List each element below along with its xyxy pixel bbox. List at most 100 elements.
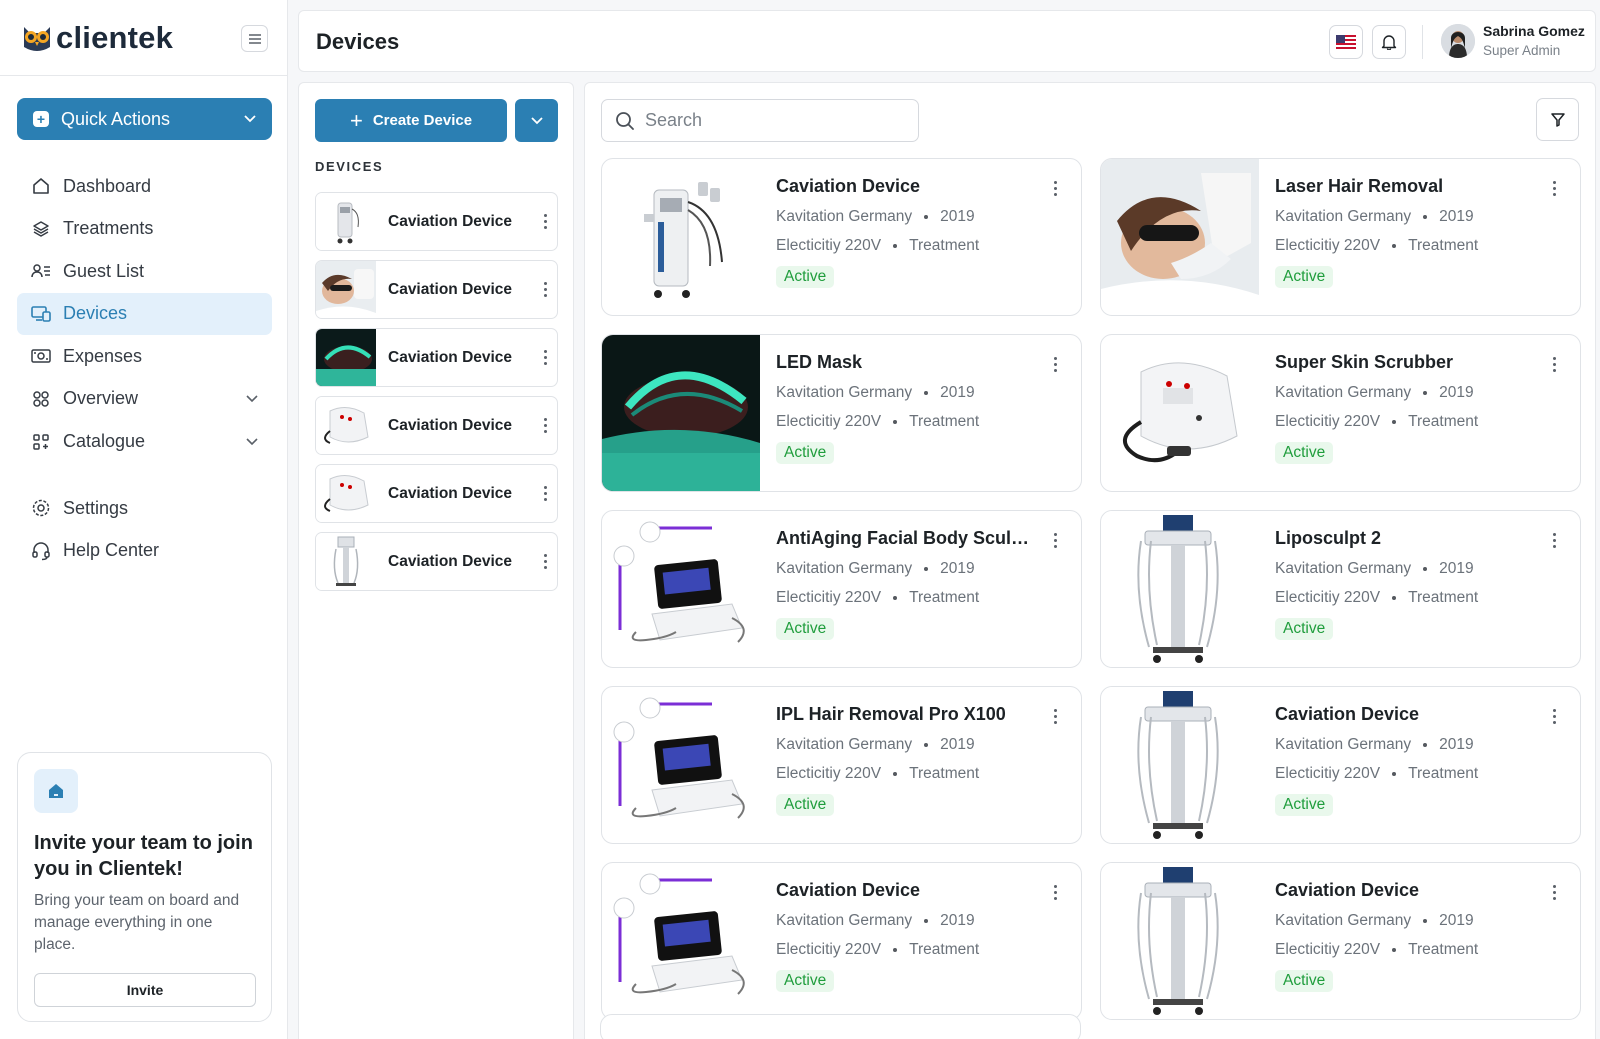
cavitation-machine-image (606, 162, 756, 312)
owl-logo-icon (24, 26, 50, 51)
device-meta-2: Electicitiy 220V Treatment (1275, 589, 1479, 606)
sidebar-item-devices[interactable]: Devices (17, 292, 272, 335)
sidebar-item-settings[interactable]: Settings (17, 487, 272, 529)
device-list-panel: + Create Device DEVICES Caviation Device… (298, 82, 574, 1039)
more-options-icon[interactable] (1542, 357, 1566, 372)
device-name: LED Mask (776, 352, 863, 372)
device-meta-2: Electicitiy 220V Treatment (1275, 941, 1479, 958)
more-options-icon[interactable] (533, 418, 557, 433)
sidebar-item-overview[interactable]: Overview (17, 378, 272, 420)
device-meta-1: Kavitation Germany 2019 (1275, 384, 1474, 401)
device-card[interactable]: LED Mask Kavitation Germany 2019 Electici… (601, 334, 1082, 492)
device-name: Caviation Device (1275, 880, 1420, 900)
language-button[interactable] (1329, 25, 1363, 59)
more-options-icon[interactable] (1043, 181, 1067, 196)
sidebar-item-catalogue[interactable]: Catalogue (17, 421, 272, 463)
search-input[interactable] (645, 110, 905, 131)
device-meta-1: Kavitation Germany 2019 (776, 912, 975, 929)
device-card[interactable]: Caviation Device Kavitation Germany 2019 … (601, 862, 1082, 1020)
device-list: Caviation Device Caviation Device Caviat… (315, 192, 558, 600)
device-name: Super Skin Scrubber (1275, 352, 1454, 372)
device-image (602, 863, 760, 1019)
more-options-icon[interactable] (1043, 533, 1067, 548)
status-badge: Active (776, 442, 835, 464)
device-name: Caviation Device (776, 176, 921, 196)
more-options-icon[interactable] (533, 214, 557, 229)
status-badge: Active (776, 794, 835, 816)
device-card[interactable]: AntiAging Facial Body Sculpti... Kavitat… (601, 510, 1082, 668)
list-item-name: Caviation Device (388, 552, 513, 570)
device-card[interactable]: Caviation Device Kavitation Germany 2019 … (1100, 686, 1581, 844)
device-meta-2: Electicitiy 220V Treatment (776, 413, 980, 430)
more-options-icon[interactable] (1542, 181, 1566, 196)
create-options-button[interactable] (515, 99, 558, 142)
sidebar-item-help-center[interactable]: Help Center (17, 530, 272, 572)
device-meta-2: Electicitiy 220V Treatment (776, 589, 980, 606)
more-options-icon[interactable] (533, 486, 557, 501)
sidebar-item-expenses[interactable]: Expenses (17, 335, 272, 377)
more-options-icon[interactable] (1043, 357, 1067, 372)
list-item[interactable]: Caviation Device (315, 192, 558, 251)
status-badge: Active (776, 970, 835, 992)
list-item-name: Caviation Device (388, 348, 513, 366)
home-icon (33, 178, 49, 194)
device-card[interactable]: Super Skin Scrubber Kavitation Germany 20… (1100, 334, 1581, 492)
sidebar-item-guest-list[interactable]: Guest List (17, 250, 272, 292)
more-options-icon[interactable] (1542, 533, 1566, 548)
scrubber-image (1105, 338, 1255, 488)
invite-title: Invite your team to join you in Clientek… (34, 832, 253, 880)
quick-actions-button[interactable]: + Quick Actions (17, 98, 272, 140)
filter-button[interactable] (1536, 98, 1579, 141)
invite-card: Invite your team to join you in Clientek… (17, 752, 272, 1022)
filter-icon (1550, 112, 1565, 127)
tablet-device-image (606, 866, 756, 1016)
notifications-button[interactable] (1372, 25, 1406, 59)
avatar[interactable] (1441, 24, 1475, 58)
sidebar-item-label: Treatments (63, 218, 154, 239)
search-box (601, 99, 919, 142)
sidebar-item-label: Dashboard (63, 175, 152, 196)
tablet-device-image (606, 514, 756, 664)
chevron-down-icon (246, 437, 258, 445)
device-image (602, 687, 760, 843)
more-options-icon[interactable] (533, 554, 557, 569)
user-role: Super Admin (1483, 43, 1561, 58)
more-options-icon[interactable] (1043, 885, 1067, 900)
sidebar-item-label: Help Center (63, 540, 160, 561)
list-item[interactable]: Caviation Device (315, 260, 558, 319)
list-item[interactable]: Caviation Device (315, 328, 558, 387)
bell-icon (1381, 35, 1397, 50)
user-name[interactable]: Sabrina Gomez (1483, 23, 1585, 39)
more-options-icon[interactable] (1542, 709, 1566, 724)
device-card[interactable]: Liposculpt 2 Kavitation Germany 2019 Elec… (1100, 510, 1581, 668)
quick-actions-label: Quick Actions (61, 108, 171, 129)
device-name: IPL Hair Removal Pro X100 (776, 704, 1006, 724)
list-item[interactable]: Caviation Device (315, 464, 558, 523)
device-card[interactable]: Caviation Device Kavitation Germany 2019 … (1100, 862, 1581, 1020)
list-item[interactable]: Caviation Device (315, 396, 558, 455)
sidebar-item-label: Guest List (63, 260, 145, 281)
list-item[interactable]: Caviation Device (315, 532, 558, 591)
sidebar: clientek + Quick Actions Dashboard Treat… (0, 0, 288, 1039)
device-card[interactable]: IPL Hair Removal Pro X100 Kavitation Ger… (601, 686, 1082, 844)
sidebar-item-treatments[interactable]: Treatments (17, 208, 272, 250)
device-meta-2: Electicitiy 220V Treatment (1275, 765, 1479, 782)
device-card[interactable]: Caviation Device Kavitation Germany 2019 … (601, 158, 1082, 316)
sidebar-toggle-button[interactable] (241, 25, 268, 52)
create-device-button[interactable]: + Create Device (315, 99, 507, 142)
sidebar-item-dashboard[interactable]: Dashboard (17, 165, 272, 207)
device-meta-2: Electicitiy 220V Treatment (776, 765, 980, 782)
more-options-icon[interactable] (1542, 885, 1566, 900)
device-card[interactable]: Laser Hair Removal Kavitation Germany 201… (1100, 158, 1581, 316)
more-options-icon[interactable] (533, 282, 557, 297)
banknote-icon (31, 349, 51, 364)
house-icon (49, 784, 63, 798)
liposculpt-image (1105, 863, 1255, 1019)
more-options-icon[interactable] (1043, 709, 1067, 724)
device-image (1101, 863, 1259, 1019)
device-meta-1: Kavitation Germany 2019 (776, 560, 975, 577)
catalogue-icon (33, 433, 49, 450)
more-options-icon[interactable] (533, 350, 557, 365)
invite-button[interactable]: Invite (34, 973, 256, 1007)
laser-face-thumbnail (316, 261, 376, 318)
